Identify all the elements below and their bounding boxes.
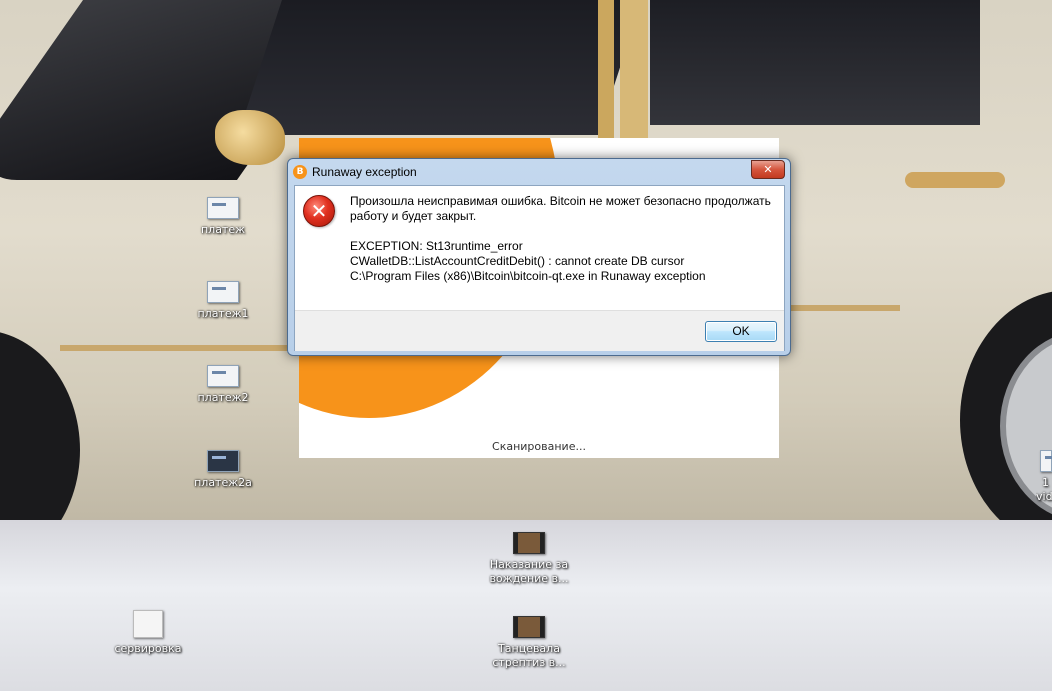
desktop-icon-platezh[interactable]: платеж	[178, 197, 268, 237]
path-line: C:\Program Files (x86)\Bitcoin\bitcoin-q…	[350, 269, 706, 283]
runaway-exception-dialog: B Runaway exception ✕ ✕ Произошла неиспр…	[287, 158, 791, 356]
document-icon	[207, 197, 239, 219]
desktop-icon-platezh2a[interactable]: платеж2а	[178, 450, 268, 490]
desktop-icon-label: платеж2	[197, 391, 249, 404]
desktop-icon-label: платеж1	[197, 307, 249, 320]
wallpaper-trim	[785, 305, 900, 311]
image-file-icon	[133, 610, 163, 638]
desktop-icon-video-partial[interactable]: 1 vide	[1036, 450, 1052, 504]
button-bar: OK	[295, 310, 784, 351]
ok-button[interactable]: OK	[705, 321, 777, 342]
desktop-icon-label-line2: стрептиз в...	[492, 656, 566, 669]
document-icon	[207, 365, 239, 387]
document-icon	[207, 281, 239, 303]
wallpaper-mirror	[215, 110, 285, 165]
dialog-client-area: ✕ Произошла неисправимая ошибка. Bitcoin…	[294, 185, 785, 351]
desktop-icon-label-line1: 1	[1042, 476, 1049, 489]
wallpaper-pillar	[598, 0, 614, 140]
desktop-icon-label-line2: vide	[1036, 490, 1052, 503]
desktop-icon-video-nakazanie[interactable]: Наказание за вождение в...	[484, 532, 574, 586]
desktop-icon-label: сервировка	[114, 642, 182, 655]
desktop-icon-label-line2: вождение в...	[489, 572, 569, 585]
detail-line: CWalletDB::ListAccountCreditDebit() : ca…	[350, 254, 685, 268]
dialog-title: Runaway exception	[312, 165, 417, 179]
document-icon	[207, 450, 239, 472]
error-icon: ✕	[303, 195, 335, 227]
exception-line: EXCEPTION: St13runtime_error	[350, 239, 523, 253]
desktop-icon-label-line1: Наказание за	[489, 558, 569, 571]
video-icon	[513, 532, 545, 554]
wallpaper-door-handle	[905, 172, 1005, 188]
desktop-icon-platezh2[interactable]: платеж2	[178, 365, 268, 405]
video-icon	[1040, 450, 1052, 472]
desktop-icon-label: платеж2а	[194, 476, 252, 489]
splash-status-text: Сканирование...	[492, 440, 586, 453]
desktop-icon-platezh1[interactable]: платеж1	[178, 281, 268, 321]
close-button[interactable]: ✕	[751, 160, 785, 179]
dialog-titlebar[interactable]: B Runaway exception ✕	[288, 159, 790, 185]
wallpaper-front-window	[238, 0, 642, 135]
message-area: ✕ Произошла неисправимая ошибка. Bitcoin…	[295, 186, 784, 310]
wallpaper-trim	[60, 345, 310, 351]
desktop-icon-label-line1: Танцевала	[498, 642, 560, 655]
desktop-icon-label: платеж	[200, 223, 246, 236]
desktop-icon-servirovka[interactable]: сервировка	[103, 610, 193, 656]
message-line: работу и будет закрыт.	[350, 209, 477, 223]
wallpaper-rear-window	[650, 0, 980, 125]
error-message: Произошла неисправимая ошибка. Bitcoin н…	[350, 194, 775, 284]
video-icon	[513, 616, 545, 638]
desktop-icon-video-tancevala[interactable]: Танцевала стрептиз в...	[484, 616, 574, 670]
wallpaper-pillar	[620, 0, 648, 140]
message-line: Произошла неисправимая ошибка. Bitcoin н…	[350, 194, 771, 208]
bitcoin-icon: B	[293, 165, 307, 179]
